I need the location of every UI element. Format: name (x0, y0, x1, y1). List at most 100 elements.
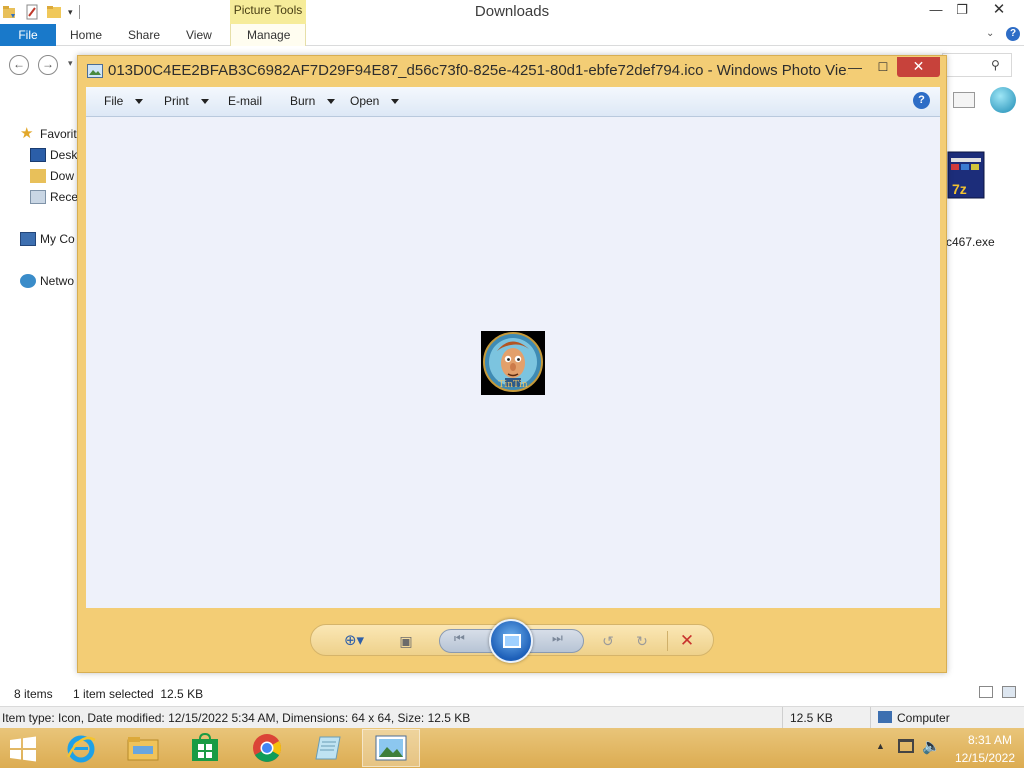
store-icon (192, 733, 218, 761)
explorer-maximize-button[interactable]: ❐ (948, 0, 976, 22)
taskbar-notepad[interactable] (300, 729, 358, 767)
preview-pane-icon[interactable] (953, 92, 975, 108)
help-icon[interactable]: ? (1006, 27, 1020, 41)
file-name-label: c467.exe (946, 235, 995, 249)
show-hidden-icons-icon[interactable]: ▲ (876, 741, 885, 751)
details-location: Computer (897, 711, 950, 725)
explorer-minimize-button[interactable]: — (922, 0, 950, 22)
nav-item-recent[interactable]: Rece (30, 187, 78, 207)
nav-item-network[interactable]: Netwo (20, 271, 74, 291)
slideshow-icon (503, 634, 521, 648)
zoom-icon[interactable]: ⊕▾ (337, 630, 371, 652)
downloads-folder-icon (30, 169, 46, 183)
taskbar-photo-viewer[interactable] (362, 729, 420, 767)
menu-email[interactable]: E-mail (228, 94, 262, 108)
svg-text:7z: 7z (952, 181, 967, 197)
viewer-minimize-button[interactable]: — (842, 58, 868, 78)
selection-info: 1 item selected 12.5 KB (73, 687, 204, 701)
volume-icon[interactable]: 🔈 (922, 737, 941, 755)
new-folder-icon[interactable] (46, 4, 62, 20)
7zip-exe-icon: 7z (947, 151, 985, 199)
file-explorer-icon (127, 737, 159, 761)
picture-tools-label: Picture Tools (230, 0, 306, 24)
image-canvas: TinTin (86, 117, 940, 608)
explorer-title: Downloads (474, 3, 550, 20)
action-center-icon[interactable] (898, 739, 914, 753)
nav-mycomputer-label: My Co (40, 232, 75, 246)
image-caption: TinTin (498, 380, 528, 390)
menu-burn[interactable]: Burn (290, 94, 336, 108)
back-icon[interactable]: ← (9, 55, 29, 75)
computer-icon (878, 711, 892, 723)
qat-separator (78, 5, 80, 19)
cartoon-character-icon: TinTin (483, 332, 543, 392)
details-divider-2 (870, 707, 871, 728)
ribbon-tabs: File Home Share View Manage ⌄ ? (0, 24, 1024, 46)
delete-icon[interactable]: ✕ (675, 630, 699, 652)
menu-open[interactable]: Open (350, 94, 400, 108)
folder-icon[interactable] (2, 4, 18, 20)
chevron-down-icon (327, 98, 336, 104)
recent-places-icon (30, 190, 46, 204)
taskbar-internet-explorer[interactable] (52, 729, 110, 767)
explorer-titlebar: ▾ Picture Tools Downloads — ❐ ✕ (0, 0, 1024, 24)
slideshow-button[interactable] (489, 619, 533, 663)
explorer-close-button[interactable]: ✕ (985, 0, 1013, 22)
photo-viewer-window: 013D0C4EE2BFAB3C6982AF7D29F94E87_d56c73f… (77, 55, 947, 673)
taskbar-store[interactable] (176, 729, 234, 767)
globe-icon[interactable] (990, 87, 1016, 113)
clock-date[interactable]: 12/15/2022 (950, 751, 1020, 765)
menu-print-label: Print (164, 94, 189, 108)
viewer-close-button[interactable]: ✕ (897, 57, 940, 77)
viewer-maximize-button[interactable]: ☐ (870, 58, 896, 78)
chevron-down-icon (200, 98, 209, 104)
tab-file[interactable]: File (0, 24, 56, 46)
menu-email-label: E-mail (228, 94, 263, 108)
tab-home[interactable]: Home (70, 28, 102, 42)
viewer-help-icon[interactable]: ? (913, 92, 930, 109)
details-view-icon[interactable] (979, 686, 993, 698)
details-divider (782, 707, 783, 728)
notepad-icon (315, 736, 341, 760)
item-count: 8 items (14, 687, 53, 701)
taskbar: ▲ 🔈 (0, 728, 1024, 768)
rotate-counterclockwise-icon[interactable]: ↺ (597, 630, 619, 652)
search-input[interactable]: ⚲ (942, 53, 1012, 77)
menu-open-label: Open (350, 94, 380, 108)
tab-view[interactable]: View (186, 28, 212, 42)
clock-time[interactable]: 8:31 AM (960, 733, 1020, 747)
taskbar-chrome[interactable] (238, 729, 296, 767)
rotate-clockwise-icon[interactable]: ↻ (631, 630, 653, 652)
actual-size-icon[interactable]: ▣ (395, 630, 417, 652)
computer-icon (20, 232, 36, 246)
nav-item-favorites[interactable]: ★ Favorit (20, 124, 77, 144)
qat-dropdown-icon[interactable]: ▾ (68, 7, 73, 18)
nav-item-my-computer[interactable]: My Co (20, 229, 75, 249)
menu-print[interactable]: Print (164, 94, 209, 108)
taskbar-file-explorer[interactable] (114, 729, 172, 767)
nav-item-desktop[interactable]: Desk (30, 145, 77, 165)
next-icon[interactable]: ⏭ (552, 631, 563, 646)
menu-file[interactable]: File (104, 94, 144, 108)
viewer-menubar: File Print E-mail Burn Open ? (86, 87, 940, 117)
properties-icon[interactable] (24, 4, 40, 20)
nav-recent-label: Rece (50, 190, 79, 204)
nav-item-downloads[interactable]: Dow (30, 166, 74, 186)
large-icons-view-icon[interactable] (1002, 686, 1016, 698)
previous-icon[interactable]: ⏮ (454, 631, 465, 646)
viewer-toolbar: ⊕▾ ▣ ⏮ ⏭ ↺ ↻ ✕ (310, 619, 714, 663)
file-item-7z-exe[interactable]: 7z c467.exe (946, 150, 1024, 249)
photo-viewer-icon (375, 735, 407, 761)
start-button[interactable] (6, 734, 40, 764)
search-icon: ⚲ (991, 58, 1000, 72)
details-bar: Item type: Icon, Date modified: 12/15/20… (0, 706, 1024, 728)
nav-downloads-label: Dow (50, 169, 75, 183)
star-icon: ★ (20, 125, 34, 142)
forward-icon[interactable]: → (38, 55, 58, 75)
displayed-icon-image: TinTin (481, 331, 545, 395)
tab-manage[interactable]: Manage (247, 28, 290, 42)
chrome-icon (253, 734, 281, 762)
tab-share[interactable]: Share (128, 28, 160, 42)
recent-locations-icon[interactable]: ▾ (68, 58, 73, 69)
ribbon-expand-icon[interactable]: ⌄ (986, 28, 994, 39)
